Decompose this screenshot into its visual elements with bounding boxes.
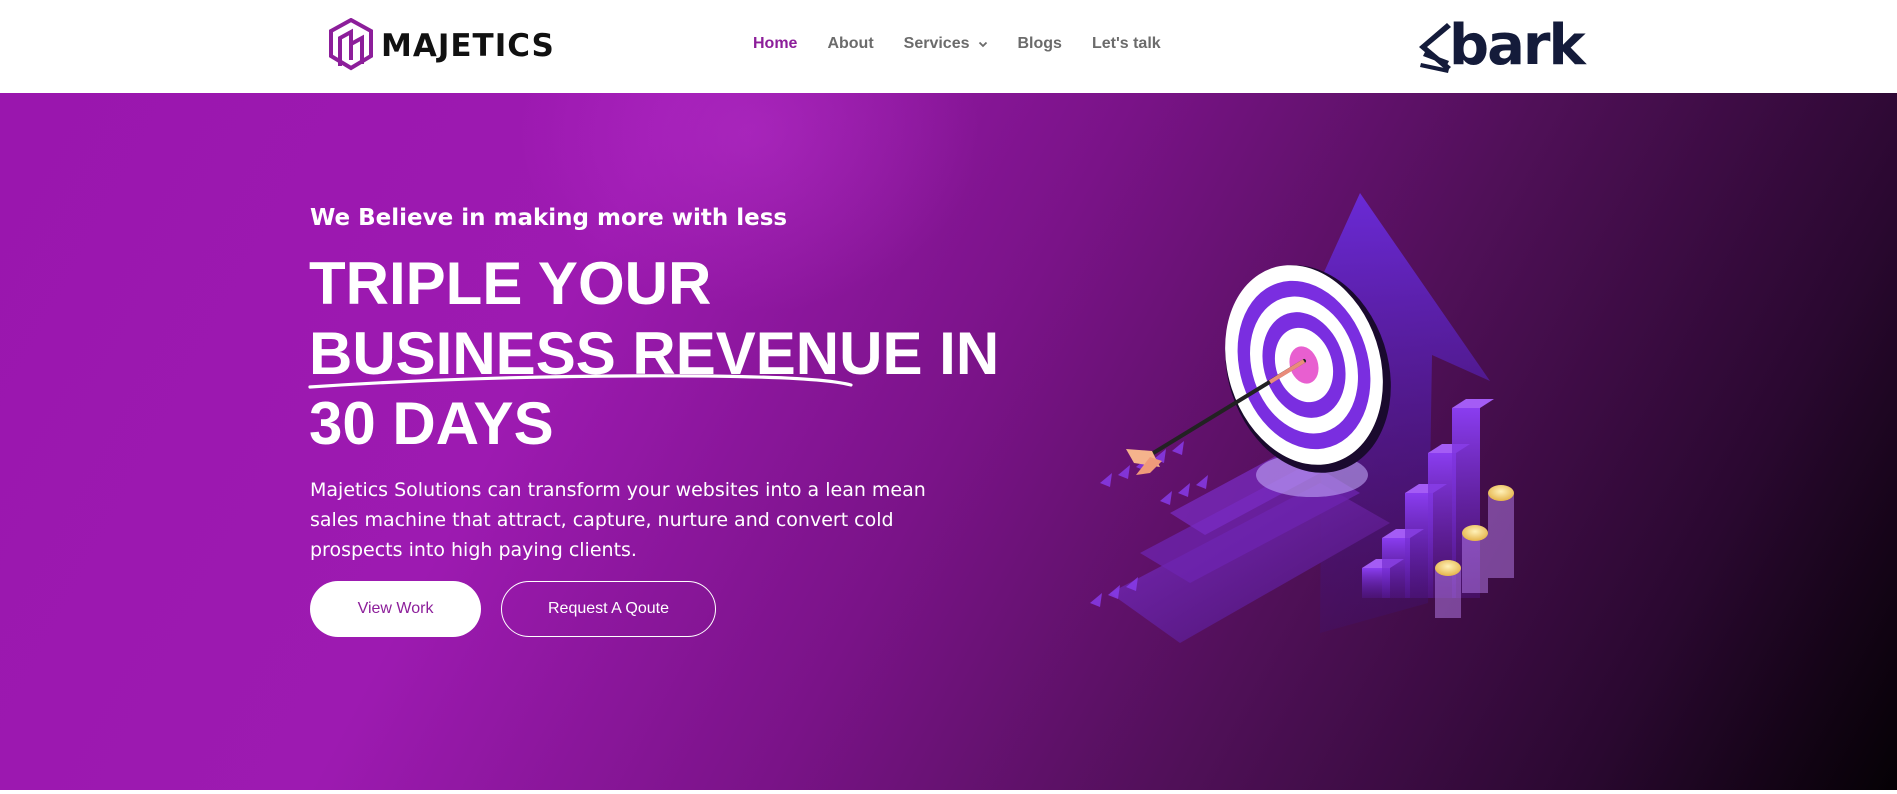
majetics-logo-icon: [329, 18, 373, 71]
headline-line-2-rest: IN: [922, 320, 1000, 387]
majetics-logo[interactable]: MAJETICS: [327, 18, 555, 74]
nav-about[interactable]: About: [812, 35, 888, 53]
view-work-button[interactable]: View Work: [310, 581, 481, 637]
headline-line-1: TRIPLE YOUR: [309, 250, 712, 317]
nav-services-label: Services: [903, 35, 970, 52]
main-nav: Home About Services Blogs Let's talk: [738, 30, 1176, 58]
nav-lets-talk[interactable]: Let's talk: [1077, 35, 1176, 53]
bark-name: bark: [1449, 13, 1586, 78]
hero-bottom-edge: [0, 790, 1897, 794]
brand-name: MAJETICS: [381, 28, 555, 64]
nav-about-label: About: [827, 35, 874, 52]
hero-section: We Believe in making more with less TRIP…: [0, 93, 1897, 790]
nav-blogs[interactable]: Blogs: [1003, 35, 1077, 53]
bark-logo-icon: [1419, 23, 1451, 73]
request-quote-button[interactable]: Request A Qoute: [501, 581, 716, 637]
hero-headline: TRIPLE YOUR BUSINESS REVENUE IN 30 DAYS: [309, 249, 999, 459]
nav-lets-talk-label: Let's talk: [1091, 35, 1161, 52]
site-header: MAJETICS Home About Services Blogs Let's…: [0, 0, 1897, 93]
underline-swoosh: [308, 374, 853, 389]
nav-services[interactable]: Services: [889, 35, 1003, 53]
target-growth-illustration: [1090, 193, 1514, 643]
nav-home[interactable]: Home: [738, 35, 812, 53]
nav-home-label: Home: [753, 35, 798, 52]
hero-tagline: We Believe in making more with less: [310, 205, 788, 231]
chevron-down-icon: [978, 41, 987, 48]
bark-logo[interactable]: bark: [1417, 13, 1586, 78]
hero-description: Majetics Solutions can transform your we…: [310, 479, 926, 561]
headline-line-3: 30 DAYS: [309, 390, 554, 457]
nav-blogs-label: Blogs: [1017, 35, 1062, 52]
